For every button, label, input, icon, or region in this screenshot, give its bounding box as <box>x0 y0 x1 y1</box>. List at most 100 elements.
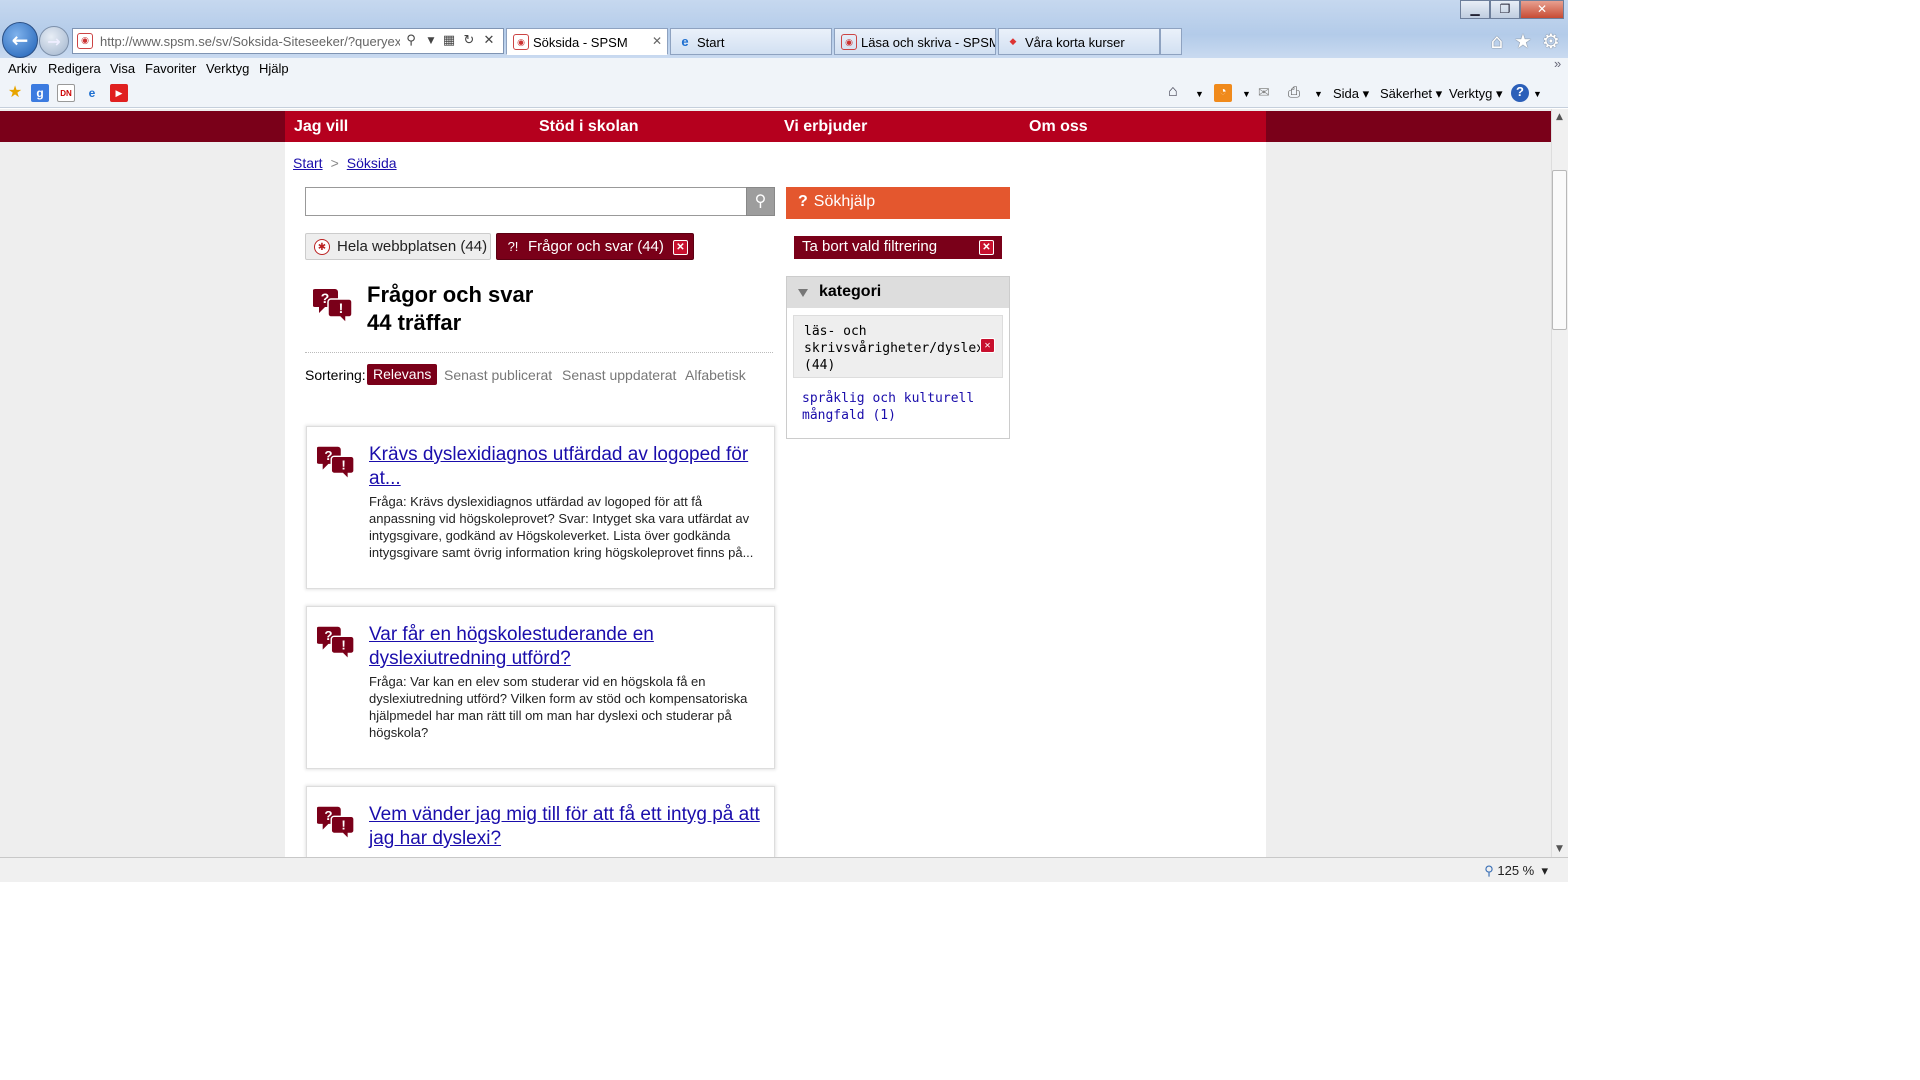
add-favorites-star-icon[interactable]: ★ <box>6 84 24 102</box>
back-button[interactable]: ← <box>2 22 38 58</box>
menu-favoriter[interactable]: Favoriter <box>145 61 196 76</box>
sort-latest-updated[interactable]: Senast uppdaterat <box>562 367 676 383</box>
results-title: Frågor och svar <box>367 282 534 307</box>
dropdown-chevron-icon[interactable]: ▼ <box>1314 89 1323 99</box>
favorites-star-icon[interactable]: ★ <box>1512 30 1534 52</box>
tab-label: Våra korta kurser <box>1025 35 1125 50</box>
tab-soksida[interactable]: ◉ Söksida - SPSM ✕ <box>506 28 668 55</box>
result-title-link[interactable]: Vem vänder jag mig till för att få ett i… <box>369 803 764 851</box>
sort-label: Sortering: <box>305 367 366 383</box>
sort-latest-published[interactable]: Senast publicerat <box>444 367 552 383</box>
category-selected-label: läs- och skrivsvårigheter/dyslexi (44) <box>804 324 992 373</box>
mail-icon[interactable]: ✉ <box>1258 84 1270 101</box>
result-excerpt: Fråga: Var kan en elev som studerar vid … <box>369 674 748 740</box>
scroll-up-icon[interactable]: ▲ <box>1553 112 1566 122</box>
nav-stod-i-skolan[interactable]: Stöd i skolan <box>539 118 639 136</box>
filter-whole-site-label: Hela webbplatsen (44) <box>337 238 488 255</box>
sort-alphabetical[interactable]: Alfabetisk <box>685 367 746 383</box>
remove-filter-icon[interactable]: ✕ <box>673 240 688 255</box>
site-logo-icon: ✱ <box>314 239 330 255</box>
question-icon: ? <box>798 193 808 210</box>
tools-menu[interactable]: Verktyg ▾ <box>1449 86 1503 102</box>
refresh-icon[interactable]: ↻ <box>461 33 477 49</box>
breadcrumb: Start > Söksida <box>293 155 397 171</box>
new-tab-button[interactable] <box>1160 28 1182 55</box>
category-heading-label: kategori <box>819 283 882 300</box>
zoom-control[interactable]: ⚲ 125 % ▾ <box>1484 863 1548 879</box>
tab-start[interactable]: e Start <box>670 28 832 55</box>
gear-icon[interactable]: ⚙ <box>1540 30 1562 52</box>
remove-category-icon[interactable]: ✕ <box>980 338 995 353</box>
arrow-right-icon: → <box>47 31 61 51</box>
category-option[interactable]: språklig och kulturell mångfald (1) <box>802 390 1002 424</box>
nav-jag-vill[interactable]: Jag vill <box>294 118 348 136</box>
page-menu[interactable]: Sida ▾ <box>1333 86 1369 102</box>
address-bar[interactable]: ◉ http://www.spsm.se/sv/Soksida-Siteseek… <box>72 28 504 54</box>
close-tab-icon[interactable]: ✕ <box>652 34 662 48</box>
dropdown-chevron-icon[interactable]: ▼ <box>423 33 439 49</box>
dropdown-chevron-icon[interactable]: ▼ <box>1533 89 1542 99</box>
nav-om-oss[interactable]: Om oss <box>1029 118 1088 136</box>
magnifier-icon: ⚲ <box>754 191 767 210</box>
question-answer-icon: ? ! <box>317 446 355 481</box>
search-input[interactable] <box>305 187 747 216</box>
close-icon: ✕ <box>979 240 994 255</box>
breadcrumb-start[interactable]: Start <box>293 155 323 171</box>
chevron-right-icon[interactable]: » <box>1554 56 1561 71</box>
menu-hjalp[interactable]: Hjälp <box>259 61 289 76</box>
svg-text:!: ! <box>341 458 345 473</box>
minimize-icon[interactable]: ▁ <box>1460 0 1490 19</box>
category-selected-item[interactable]: läs- och skrivsvårigheter/dyslexi (44) ✕ <box>793 315 1003 378</box>
tab-korta-kurser[interactable]: ◆ Våra korta kurser <box>998 28 1160 55</box>
youtube-icon[interactable]: ▶ <box>110 84 128 102</box>
results-heading: Frågor och svar 44 träffar <box>367 281 533 337</box>
result-card: ? ! Krävs dyslexidiagnos utfärdad av log… <box>306 426 775 589</box>
spsm-favicon-icon: ◉ <box>841 34 857 50</box>
menu-visa[interactable]: Visa <box>110 61 135 76</box>
home-icon[interactable]: ⌂ <box>1486 30 1508 52</box>
breadcrumb-separator: > <box>330 155 339 171</box>
scroll-thumb[interactable] <box>1552 170 1567 330</box>
result-card: ? ! Var får en högskolestuderande en dys… <box>306 606 775 769</box>
address-url[interactable]: http://www.spsm.se/sv/Soksida-Siteseeker… <box>100 34 400 49</box>
scroll-down-icon[interactable]: ▼ <box>1553 844 1566 854</box>
menu-verktyg[interactable]: Verktyg <box>206 61 249 76</box>
rss-feed-icon[interactable]: ◔ <box>1214 84 1232 102</box>
breadcrumb-current[interactable]: Söksida <box>347 155 397 171</box>
safety-menu[interactable]: Säkerhet ▾ <box>1380 86 1442 102</box>
remove-filter-button[interactable]: Ta bort vald filtrering ✕ <box>794 236 1002 259</box>
zoom-icon: ⚲ <box>1484 863 1494 878</box>
compatibility-view-icon[interactable]: ▦ <box>441 33 457 49</box>
search-button[interactable]: ⚲ <box>746 187 775 216</box>
filter-questions-answers[interactable]: ?! Frågor och svar (44) ✕ <box>496 233 694 260</box>
menu-bar: Arkiv Redigera Visa Favoriter Verktyg Hj… <box>0 56 1568 80</box>
menu-redigera[interactable]: Redigera <box>48 61 101 76</box>
result-title-link[interactable]: Krävs dyslexidiagnos utfärdad av logoped… <box>369 443 764 491</box>
dropdown-chevron-icon[interactable]: ▼ <box>1242 89 1251 99</box>
close-window-icon[interactable]: ✕ <box>1520 0 1564 19</box>
nav-vi-erbjuder[interactable]: Vi erbjuder <box>784 118 867 136</box>
tab-label: Söksida - SPSM <box>533 35 628 50</box>
dropdown-chevron-icon[interactable]: ▼ <box>1195 89 1204 99</box>
print-icon[interactable]: ⎙ <box>1288 84 1300 101</box>
tab-lasa-skriva[interactable]: ◉ Läsa och skriva - SPSM <box>834 28 996 55</box>
menu-arkiv[interactable]: Arkiv <box>8 61 37 76</box>
restore-icon[interactable]: ❐ <box>1490 0 1520 19</box>
forward-button[interactable]: → <box>39 26 69 56</box>
category-heading[interactable]: kategori <box>787 277 1009 308</box>
home-icon[interactable]: ⌂ <box>1168 83 1178 101</box>
window-controls: ▁ ❐ ✕ <box>1460 0 1564 20</box>
sort-relevance[interactable]: Relevans <box>367 364 438 385</box>
search-help-button[interactable]: ? Sökhjälp <box>786 187 1010 219</box>
zoom-level: 125 % <box>1497 863 1535 878</box>
google-icon[interactable]: g <box>31 84 49 102</box>
colorful-favicon-icon: ◆ <box>1009 36 1017 46</box>
help-icon[interactable]: ? <box>1511 84 1529 102</box>
news-icon[interactable]: DN <box>57 84 75 102</box>
result-title-link[interactable]: Var får en högskolestuderande en dyslexi… <box>369 623 764 671</box>
filter-whole-site[interactable]: ✱ Hela webbplatsen (44) <box>305 233 491 260</box>
stop-icon[interactable]: ✕ <box>481 33 497 49</box>
command-bar: ★ g DN e ▶ ⌂ ▼ ◔ ▼ ✉ ⎙ ▼ Sida ▾ Säkerhet… <box>0 80 1568 108</box>
search-icon[interactable]: ⚲ <box>403 33 419 49</box>
ie-icon[interactable]: e <box>83 84 101 102</box>
